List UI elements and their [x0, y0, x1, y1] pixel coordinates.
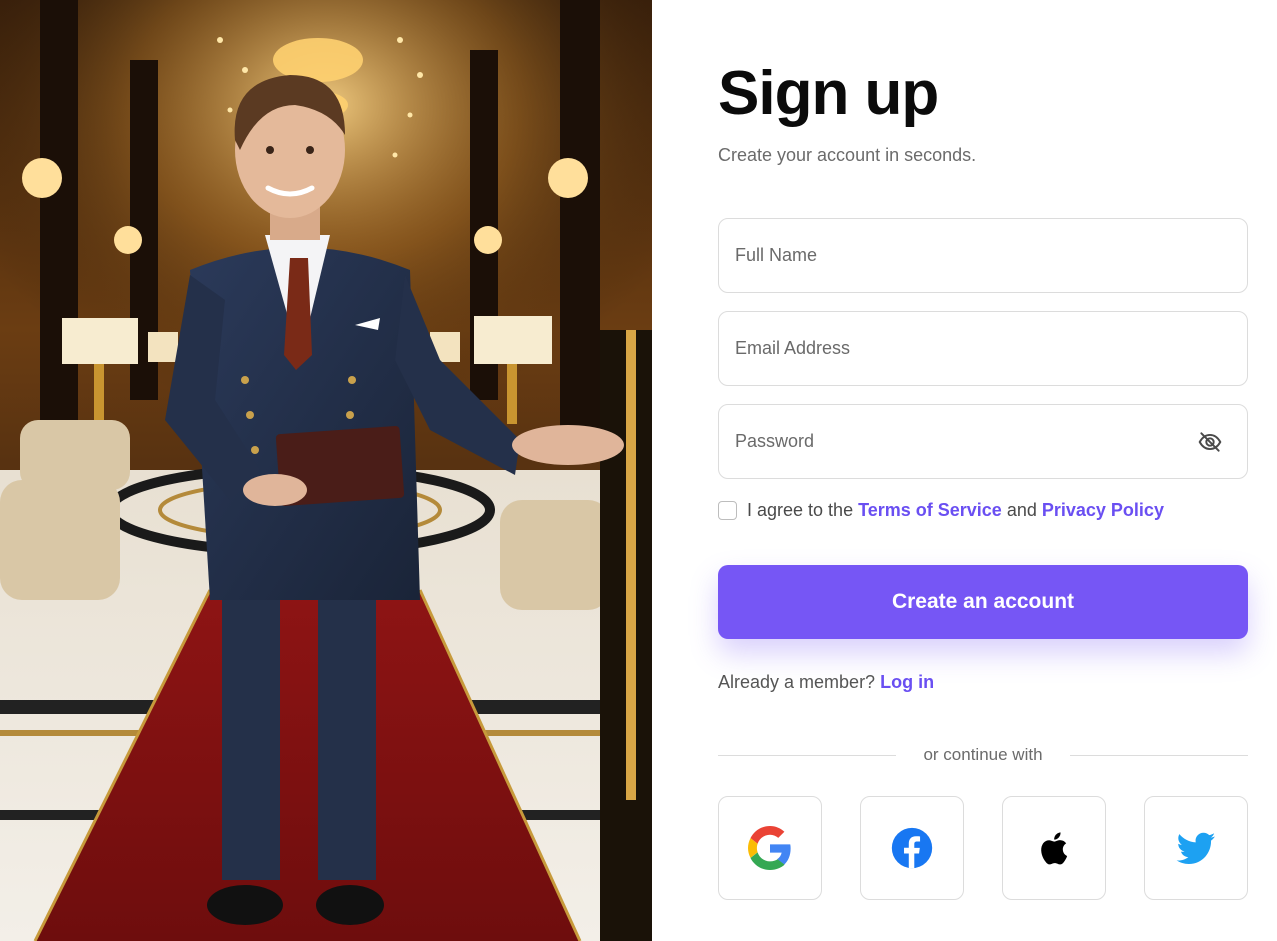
google-login-button[interactable] — [718, 796, 822, 900]
full-name-field-container — [718, 218, 1248, 293]
twitter-login-button[interactable] — [1144, 796, 1248, 900]
hero-image — [0, 0, 652, 941]
password-input[interactable] — [735, 431, 1197, 452]
google-icon — [748, 826, 791, 870]
divider-line-right — [1070, 755, 1248, 756]
login-prompt-text: Already a member? — [718, 672, 881, 692]
social-login-buttons — [718, 796, 1248, 900]
privacy-policy-link[interactable]: Privacy Policy — [1042, 500, 1164, 521]
eye-off-icon[interactable] — [1197, 429, 1223, 455]
create-account-button[interactable]: Create an account — [718, 565, 1248, 639]
page-subtitle: Create your account in seconds. — [718, 145, 977, 165]
email-field-container — [718, 311, 1248, 386]
hero-illustration — [0, 0, 652, 941]
password-field-container — [718, 404, 1248, 479]
login-prompt: Already a member? Log in — [718, 672, 934, 693]
page-title: Sign up — [718, 59, 939, 128]
social-divider: or continue with — [718, 744, 1248, 766]
terms-checkbox[interactable] — [718, 501, 737, 520]
terms-of-service-link[interactable]: Terms of Service — [858, 500, 1002, 521]
facebook-icon — [891, 827, 933, 869]
facebook-login-button[interactable] — [860, 796, 964, 900]
apple-icon — [1041, 832, 1068, 865]
login-link[interactable]: Log in — [880, 672, 934, 692]
terms-agreement: I agree to the Terms of Service and Priv… — [718, 500, 1164, 521]
twitter-icon — [1176, 832, 1216, 864]
terms-middle-text: and — [1001, 500, 1042, 520]
apple-login-button[interactable] — [1002, 796, 1106, 900]
email-input[interactable] — [735, 338, 1231, 359]
terms-prefix-text: I agree to the — [747, 500, 859, 520]
full-name-input[interactable] — [735, 245, 1231, 266]
signup-form: Sign up Create your account in seconds. … — [718, 0, 1248, 941]
